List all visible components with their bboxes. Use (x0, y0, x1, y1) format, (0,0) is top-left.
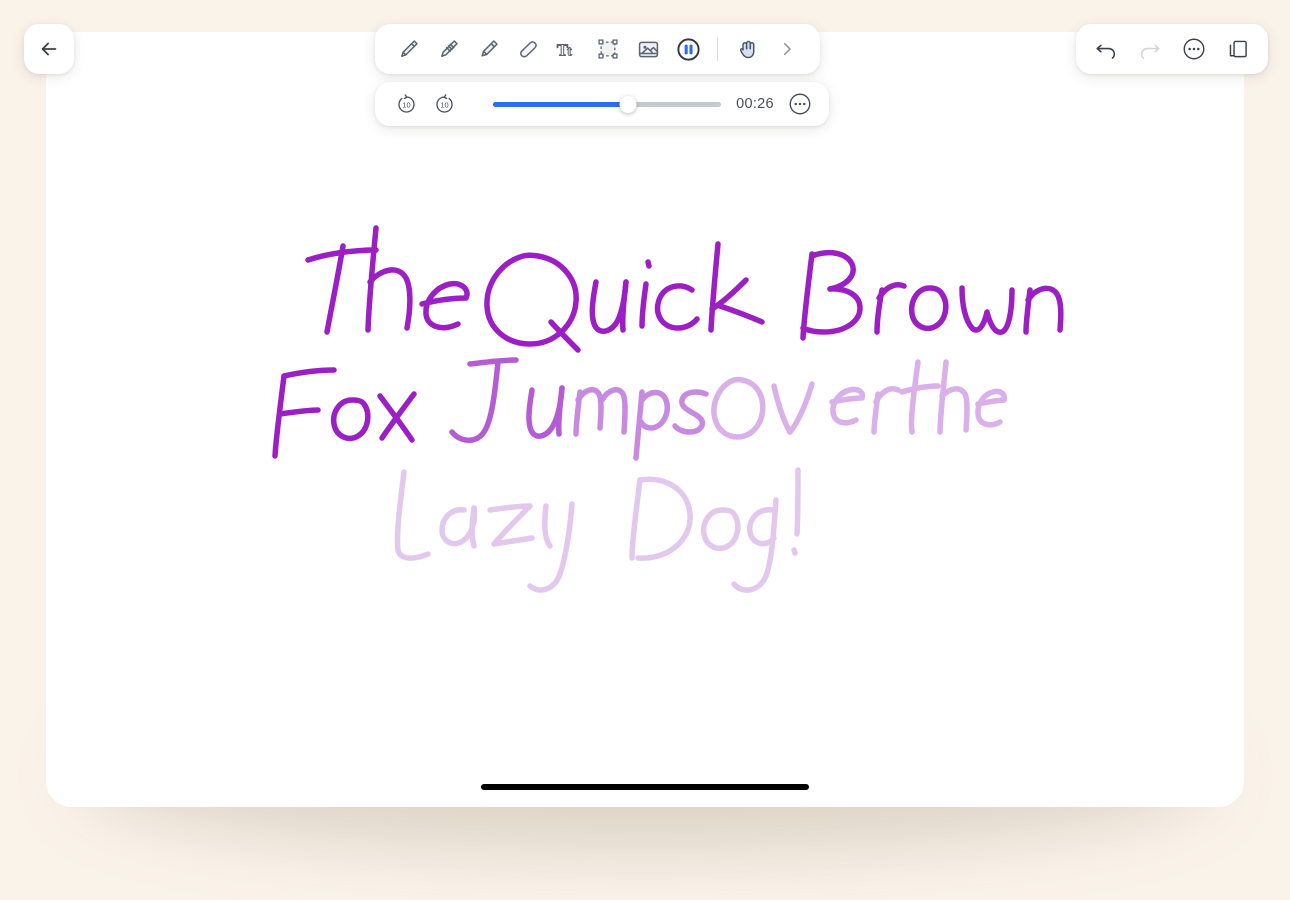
playback-progress-slider[interactable] (493, 94, 721, 114)
tool-eraser[interactable] (509, 29, 547, 69)
action-panel (1076, 24, 1268, 74)
back-button[interactable] (24, 24, 74, 74)
undo-button[interactable] (1086, 29, 1126, 69)
skip-back-10-button[interactable]: 10 (387, 85, 425, 123)
tool-hand[interactable] (728, 29, 766, 69)
svg-text:10: 10 (440, 100, 448, 109)
more-options-button[interactable] (1174, 29, 1214, 69)
arrow-left-icon (38, 38, 60, 60)
svg-text:10: 10 (402, 100, 410, 109)
slider-handle[interactable] (619, 95, 637, 113)
tool-pen[interactable] (389, 29, 427, 69)
skip-forward-10-button[interactable]: 10 (425, 85, 463, 123)
tool-highlighter[interactable] (469, 29, 507, 69)
tool-pause[interactable] (669, 29, 707, 69)
home-indicator (481, 784, 809, 790)
tablet-device (46, 32, 1244, 807)
tool-text[interactable]: T t (549, 29, 587, 69)
svg-text:t: t (567, 45, 572, 60)
tool-image[interactable] (629, 29, 667, 69)
handwriting-ink (272, 225, 1064, 593)
tool-select[interactable] (589, 29, 627, 69)
toolbar-divider (717, 37, 718, 61)
pages-button[interactable] (1218, 29, 1258, 69)
slider-fill (493, 101, 628, 107)
playback-time: 00:26 (736, 96, 774, 112)
note-canvas[interactable] (46, 32, 1244, 807)
playback-bar: 10 10 00:26 (375, 82, 829, 126)
tool-pencil[interactable] (429, 29, 467, 69)
expand-tools-button[interactable] (768, 29, 806, 69)
playback-more-button[interactable] (783, 87, 817, 121)
redo-button[interactable] (1130, 29, 1170, 69)
tool-palette: T t (375, 24, 820, 74)
